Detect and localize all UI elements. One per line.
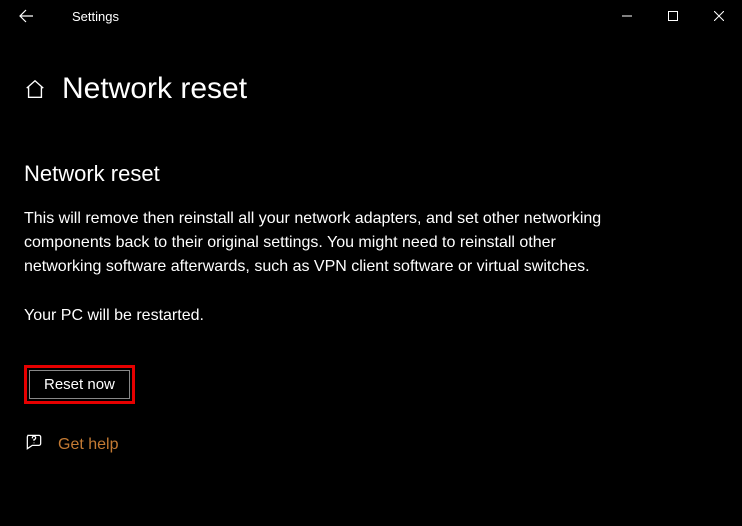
section-title: Network reset — [24, 161, 718, 187]
help-row: Get help — [24, 432, 718, 457]
minimize-icon — [622, 11, 632, 21]
get-help-link[interactable]: Get help — [58, 436, 118, 454]
reset-now-button[interactable]: Reset now — [29, 370, 130, 399]
restart-notice: Your PC will be restarted. — [24, 307, 718, 325]
home-icon[interactable] — [24, 78, 46, 100]
back-button[interactable] — [10, 0, 42, 32]
close-button[interactable] — [696, 0, 742, 32]
titlebar: Settings — [0, 0, 742, 32]
window-title: Settings — [72, 9, 119, 24]
content-area: Network reset Network reset This will re… — [0, 32, 742, 457]
page-header: Network reset — [24, 72, 718, 106]
minimize-button[interactable] — [604, 0, 650, 32]
reset-button-highlight: Reset now — [24, 365, 135, 404]
arrow-left-icon — [18, 8, 34, 24]
close-icon — [714, 11, 724, 21]
description-text: This will remove then reinstall all your… — [24, 207, 624, 279]
page-title: Network reset — [62, 72, 247, 106]
help-icon — [24, 432, 44, 457]
maximize-icon — [668, 11, 678, 21]
window-controls — [604, 0, 742, 32]
maximize-button[interactable] — [650, 0, 696, 32]
